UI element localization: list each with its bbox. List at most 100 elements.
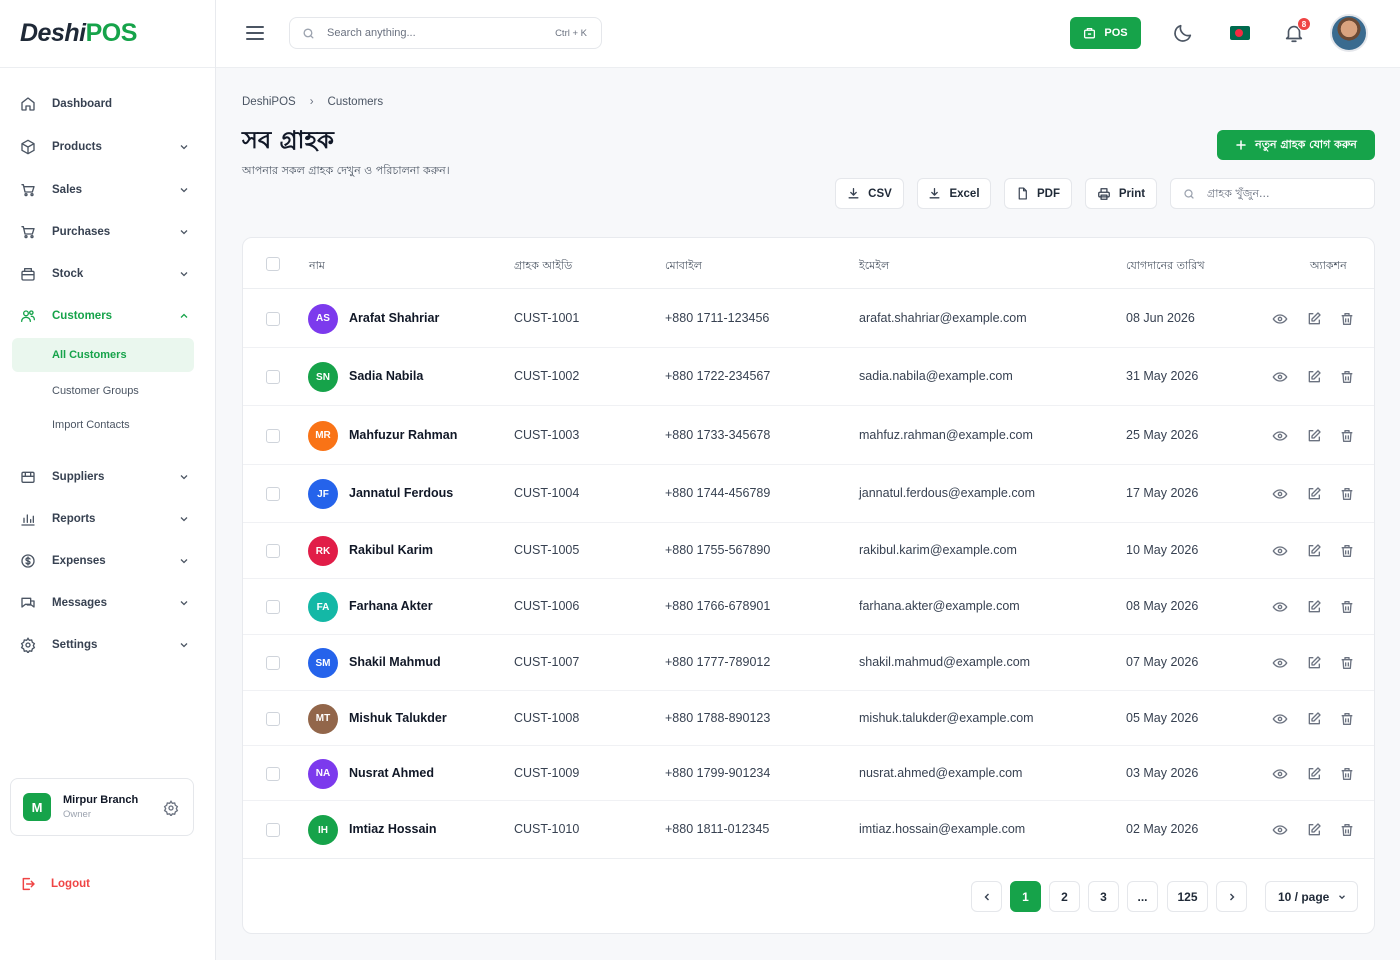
delete-icon[interactable] xyxy=(1339,655,1355,671)
table-row[interactable]: MR Mahfuzur Rahman CUST-1003 +880 1733-3456… xyxy=(243,406,1374,465)
sidebar-item-customers[interactable]: Customers xyxy=(12,298,194,334)
sidebar-subitem-import-contacts[interactable]: Import Contacts xyxy=(12,408,194,442)
branch-switcher[interactable]: M Mirpur Branch Owner xyxy=(10,778,194,836)
delete-icon[interactable] xyxy=(1339,766,1355,782)
view-icon[interactable] xyxy=(1272,599,1288,615)
export-csv-button[interactable]: CSV xyxy=(835,178,904,209)
sidebar-item-expenses[interactable]: Expenses xyxy=(12,543,194,579)
view-icon[interactable] xyxy=(1272,486,1288,502)
sidebar-item-settings[interactable]: Settings xyxy=(12,627,194,663)
delete-icon[interactable] xyxy=(1339,543,1355,559)
delete-icon[interactable] xyxy=(1339,599,1355,615)
delete-icon[interactable] xyxy=(1339,311,1355,327)
sidebar-item-purchases[interactable]: Purchases xyxy=(12,214,194,250)
edit-icon[interactable] xyxy=(1306,711,1322,727)
row-checkbox[interactable] xyxy=(266,544,280,558)
row-checkbox[interactable] xyxy=(266,711,280,726)
moon-icon[interactable] xyxy=(1172,22,1194,44)
prev-page-button[interactable] xyxy=(971,881,1002,912)
page-2-button[interactable]: 2 xyxy=(1049,881,1080,912)
page-ellipsis[interactable]: ... xyxy=(1127,881,1158,912)
edit-icon[interactable] xyxy=(1306,822,1322,838)
table-row[interactable]: IH Imtiaz Hossain CUST-1010 +880 1811-01234… xyxy=(243,801,1374,859)
sidebar-item-stock[interactable]: Stock xyxy=(12,256,194,292)
sidebar-item-dashboard[interactable]: Dashboard xyxy=(12,86,194,122)
customer-name[interactable]: Arafat Shahriar xyxy=(349,311,439,325)
view-icon[interactable] xyxy=(1272,543,1288,559)
row-checkbox[interactable] xyxy=(266,656,280,670)
sidebar-item-messages[interactable]: Messages xyxy=(12,585,194,621)
header-customer-id[interactable]: গ্রাহক আইডি xyxy=(514,257,572,276)
edit-icon[interactable] xyxy=(1306,599,1322,615)
row-checkbox[interactable] xyxy=(266,600,280,614)
add-customer-button[interactable]: নতুন গ্রাহক যোগ করুন xyxy=(1217,130,1375,160)
customer-name[interactable]: Mahfuzur Rahman xyxy=(349,428,457,442)
sidebar-item-products[interactable]: Products xyxy=(12,129,194,165)
brand-logo[interactable]: Deshi POS xyxy=(0,0,215,68)
row-checkbox[interactable] xyxy=(266,428,280,443)
view-icon[interactable] xyxy=(1272,766,1288,782)
table-row[interactable]: NA Nusrat Ahmed CUST-1009 +880 1799-901234 n… xyxy=(243,746,1374,801)
logout-button[interactable]: Logout xyxy=(20,876,90,892)
customer-name[interactable]: Mishuk Talukder xyxy=(349,711,447,725)
row-checkbox[interactable] xyxy=(266,311,280,326)
table-row[interactable]: FA Farhana Akter CUST-1006 +880 1766-678901… xyxy=(243,579,1374,635)
customer-search-input[interactable] xyxy=(1207,187,1357,200)
user-avatar[interactable] xyxy=(1330,14,1368,52)
global-search[interactable]: Ctrl + K xyxy=(289,17,602,49)
delete-icon[interactable] xyxy=(1339,428,1355,444)
page-3-button[interactable]: 3 xyxy=(1088,881,1119,912)
customer-name[interactable]: Rakibul Karim xyxy=(349,543,433,557)
header-mobile[interactable]: মোবাইল xyxy=(665,257,702,276)
row-checkbox[interactable] xyxy=(266,766,280,781)
customer-name[interactable]: Sadia Nabila xyxy=(349,369,423,383)
customer-name[interactable]: Farhana Akter xyxy=(349,599,433,613)
row-checkbox[interactable] xyxy=(266,487,280,501)
edit-icon[interactable] xyxy=(1306,486,1322,502)
row-checkbox[interactable] xyxy=(266,370,280,384)
sidebar-subitem-customer-groups[interactable]: Customer Groups xyxy=(12,374,194,408)
table-row[interactable]: AS Arafat Shahriar CUST-1001 +880 1711-1234… xyxy=(243,289,1374,348)
customer-name[interactable]: Jannatul Ferdous xyxy=(349,486,453,500)
print-button[interactable]: Print xyxy=(1085,178,1157,209)
branch-settings-icon[interactable] xyxy=(163,800,179,816)
view-icon[interactable] xyxy=(1272,822,1288,838)
view-icon[interactable] xyxy=(1272,428,1288,444)
delete-icon[interactable] xyxy=(1339,822,1355,838)
sidebar-item-suppliers[interactable]: Suppliers xyxy=(12,459,194,495)
header-join-date[interactable]: যোগদানের তারিখ xyxy=(1126,257,1205,276)
language-flag-icon[interactable] xyxy=(1230,26,1250,40)
export-pdf-button[interactable]: PDF xyxy=(1004,178,1072,209)
row-checkbox[interactable] xyxy=(266,823,280,837)
table-row[interactable]: SN Sadia Nabila CUST-1002 +880 1722-234567 s… xyxy=(243,348,1374,406)
sidebar-item-reports[interactable]: Reports xyxy=(12,501,194,537)
page-1-button[interactable]: 1 xyxy=(1010,881,1041,912)
header-name[interactable]: নাম xyxy=(309,257,325,276)
table-row[interactable]: RK Rakibul Karim CUST-1005 +880 1755-567890… xyxy=(243,523,1374,579)
page-size-select[interactable]: 10 / page xyxy=(1265,881,1358,912)
edit-icon[interactable] xyxy=(1306,766,1322,782)
view-icon[interactable] xyxy=(1272,311,1288,327)
edit-icon[interactable] xyxy=(1306,428,1322,444)
pos-button[interactable]: POS xyxy=(1070,17,1141,49)
edit-icon[interactable] xyxy=(1306,543,1322,559)
view-icon[interactable] xyxy=(1272,655,1288,671)
menu-icon[interactable] xyxy=(246,25,264,41)
select-all-checkbox[interactable] xyxy=(266,257,280,271)
sidebar-subitem-all-customers[interactable]: All Customers xyxy=(12,338,194,372)
delete-icon[interactable] xyxy=(1339,369,1355,385)
table-row[interactable]: MT Mishuk Talukder CUST-1008 +880 1788-8901… xyxy=(243,691,1374,746)
view-icon[interactable] xyxy=(1272,369,1288,385)
table-row[interactable]: SM Shakil Mahmud CUST-1007 +880 1777-789012… xyxy=(243,635,1374,691)
edit-icon[interactable] xyxy=(1306,369,1322,385)
header-email[interactable]: ইমেইল xyxy=(859,257,889,276)
edit-icon[interactable] xyxy=(1306,311,1322,327)
next-page-button[interactable] xyxy=(1216,881,1247,912)
breadcrumb-home[interactable]: DeshiPOS xyxy=(242,96,296,108)
table-row[interactable]: JF Jannatul Ferdous CUST-1004 +880 1744-456… xyxy=(243,465,1374,523)
delete-icon[interactable] xyxy=(1339,711,1355,727)
page-last-button[interactable]: 125 xyxy=(1167,881,1208,912)
search-input[interactable] xyxy=(327,27,527,39)
delete-icon[interactable] xyxy=(1339,486,1355,502)
customer-search[interactable] xyxy=(1170,178,1375,209)
